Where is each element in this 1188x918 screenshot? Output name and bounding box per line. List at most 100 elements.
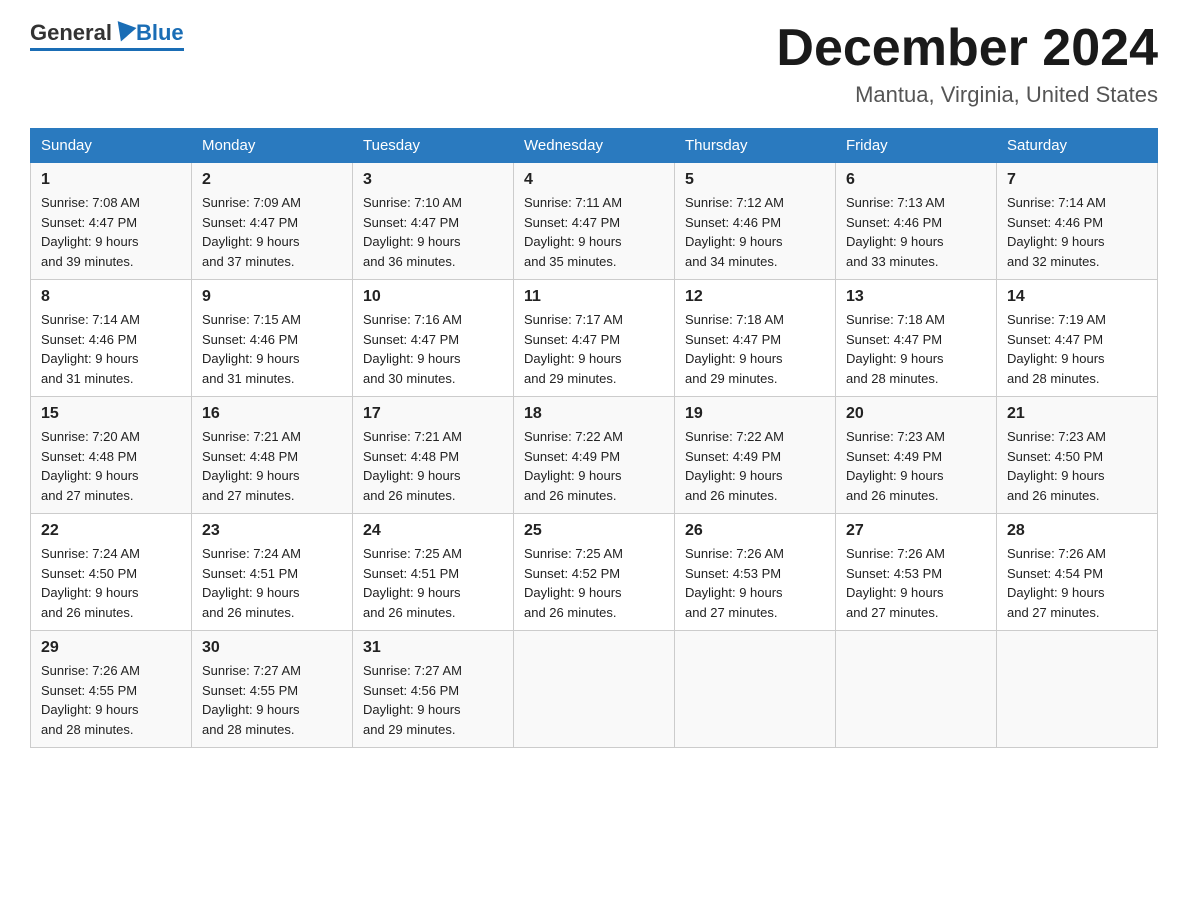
day-number: 21 (1007, 405, 1147, 423)
day-cell: 15 Sunrise: 7:20 AM Sunset: 4:48 PM Dayl… (31, 397, 192, 514)
day-info: Sunrise: 7:18 AM Sunset: 4:47 PM Dayligh… (685, 310, 825, 388)
day-cell: 5 Sunrise: 7:12 AM Sunset: 4:46 PM Dayli… (675, 163, 836, 280)
week-row-2: 8 Sunrise: 7:14 AM Sunset: 4:46 PM Dayli… (31, 280, 1158, 397)
weekday-header-saturday: Saturday (997, 129, 1158, 163)
day-info: Sunrise: 7:10 AM Sunset: 4:47 PM Dayligh… (363, 193, 503, 271)
day-cell (997, 631, 1158, 748)
day-cell: 17 Sunrise: 7:21 AM Sunset: 4:48 PM Dayl… (353, 397, 514, 514)
day-info: Sunrise: 7:16 AM Sunset: 4:47 PM Dayligh… (363, 310, 503, 388)
day-info: Sunrise: 7:22 AM Sunset: 4:49 PM Dayligh… (524, 427, 664, 505)
weekday-header-monday: Monday (192, 129, 353, 163)
day-cell (836, 631, 997, 748)
weekday-header-friday: Friday (836, 129, 997, 163)
week-row-5: 29 Sunrise: 7:26 AM Sunset: 4:55 PM Dayl… (31, 631, 1158, 748)
day-info: Sunrise: 7:26 AM Sunset: 4:53 PM Dayligh… (685, 544, 825, 622)
day-cell: 2 Sunrise: 7:09 AM Sunset: 4:47 PM Dayli… (192, 163, 353, 280)
day-number: 23 (202, 522, 342, 540)
day-cell: 7 Sunrise: 7:14 AM Sunset: 4:46 PM Dayli… (997, 163, 1158, 280)
weekday-header-wednesday: Wednesday (514, 129, 675, 163)
day-info: Sunrise: 7:21 AM Sunset: 4:48 PM Dayligh… (202, 427, 342, 505)
day-number: 12 (685, 288, 825, 306)
day-cell (675, 631, 836, 748)
day-info: Sunrise: 7:18 AM Sunset: 4:47 PM Dayligh… (846, 310, 986, 388)
day-cell: 31 Sunrise: 7:27 AM Sunset: 4:56 PM Dayl… (353, 631, 514, 748)
day-info: Sunrise: 7:23 AM Sunset: 4:50 PM Dayligh… (1007, 427, 1147, 505)
day-cell: 12 Sunrise: 7:18 AM Sunset: 4:47 PM Dayl… (675, 280, 836, 397)
day-info: Sunrise: 7:27 AM Sunset: 4:55 PM Dayligh… (202, 661, 342, 739)
day-number: 15 (41, 405, 181, 423)
title-area: December 2024 Mantua, Virginia, United S… (776, 20, 1158, 108)
day-info: Sunrise: 7:14 AM Sunset: 4:46 PM Dayligh… (41, 310, 181, 388)
day-info: Sunrise: 7:15 AM Sunset: 4:46 PM Dayligh… (202, 310, 342, 388)
logo-general-text: General (30, 20, 112, 46)
logo-triangle-icon (111, 21, 136, 45)
day-number: 13 (846, 288, 986, 306)
day-info: Sunrise: 7:20 AM Sunset: 4:48 PM Dayligh… (41, 427, 181, 505)
day-number: 3 (363, 171, 503, 189)
day-info: Sunrise: 7:24 AM Sunset: 4:50 PM Dayligh… (41, 544, 181, 622)
day-cell: 18 Sunrise: 7:22 AM Sunset: 4:49 PM Dayl… (514, 397, 675, 514)
day-cell: 29 Sunrise: 7:26 AM Sunset: 4:55 PM Dayl… (31, 631, 192, 748)
day-number: 31 (363, 639, 503, 657)
day-number: 16 (202, 405, 342, 423)
day-info: Sunrise: 7:17 AM Sunset: 4:47 PM Dayligh… (524, 310, 664, 388)
page-header: General Blue December 2024 Mantua, Virgi… (30, 20, 1158, 108)
day-cell: 1 Sunrise: 7:08 AM Sunset: 4:47 PM Dayli… (31, 163, 192, 280)
day-info: Sunrise: 7:26 AM Sunset: 4:55 PM Dayligh… (41, 661, 181, 739)
day-info: Sunrise: 7:13 AM Sunset: 4:46 PM Dayligh… (846, 193, 986, 271)
day-number: 10 (363, 288, 503, 306)
weekday-header-thursday: Thursday (675, 129, 836, 163)
day-number: 2 (202, 171, 342, 189)
day-info: Sunrise: 7:14 AM Sunset: 4:46 PM Dayligh… (1007, 193, 1147, 271)
logo-underline (30, 48, 184, 51)
location-title: Mantua, Virginia, United States (776, 82, 1158, 108)
day-cell: 28 Sunrise: 7:26 AM Sunset: 4:54 PM Dayl… (997, 514, 1158, 631)
day-cell: 25 Sunrise: 7:25 AM Sunset: 4:52 PM Dayl… (514, 514, 675, 631)
day-number: 7 (1007, 171, 1147, 189)
day-cell: 26 Sunrise: 7:26 AM Sunset: 4:53 PM Dayl… (675, 514, 836, 631)
day-info: Sunrise: 7:09 AM Sunset: 4:47 PM Dayligh… (202, 193, 342, 271)
day-cell: 23 Sunrise: 7:24 AM Sunset: 4:51 PM Dayl… (192, 514, 353, 631)
day-number: 1 (41, 171, 181, 189)
day-number: 19 (685, 405, 825, 423)
day-number: 14 (1007, 288, 1147, 306)
day-cell: 19 Sunrise: 7:22 AM Sunset: 4:49 PM Dayl… (675, 397, 836, 514)
day-cell: 30 Sunrise: 7:27 AM Sunset: 4:55 PM Dayl… (192, 631, 353, 748)
day-cell: 20 Sunrise: 7:23 AM Sunset: 4:49 PM Dayl… (836, 397, 997, 514)
day-cell: 13 Sunrise: 7:18 AM Sunset: 4:47 PM Dayl… (836, 280, 997, 397)
day-number: 22 (41, 522, 181, 540)
day-number: 5 (685, 171, 825, 189)
day-number: 29 (41, 639, 181, 657)
day-info: Sunrise: 7:12 AM Sunset: 4:46 PM Dayligh… (685, 193, 825, 271)
day-info: Sunrise: 7:11 AM Sunset: 4:47 PM Dayligh… (524, 193, 664, 271)
day-cell: 9 Sunrise: 7:15 AM Sunset: 4:46 PM Dayli… (192, 280, 353, 397)
week-row-3: 15 Sunrise: 7:20 AM Sunset: 4:48 PM Dayl… (31, 397, 1158, 514)
week-row-1: 1 Sunrise: 7:08 AM Sunset: 4:47 PM Dayli… (31, 163, 1158, 280)
day-info: Sunrise: 7:08 AM Sunset: 4:47 PM Dayligh… (41, 193, 181, 271)
day-info: Sunrise: 7:19 AM Sunset: 4:47 PM Dayligh… (1007, 310, 1147, 388)
day-cell (514, 631, 675, 748)
day-cell: 6 Sunrise: 7:13 AM Sunset: 4:46 PM Dayli… (836, 163, 997, 280)
day-cell: 10 Sunrise: 7:16 AM Sunset: 4:47 PM Dayl… (353, 280, 514, 397)
day-number: 17 (363, 405, 503, 423)
weekday-header-tuesday: Tuesday (353, 129, 514, 163)
day-cell: 16 Sunrise: 7:21 AM Sunset: 4:48 PM Dayl… (192, 397, 353, 514)
day-number: 6 (846, 171, 986, 189)
day-number: 30 (202, 639, 342, 657)
day-number: 20 (846, 405, 986, 423)
week-row-4: 22 Sunrise: 7:24 AM Sunset: 4:50 PM Dayl… (31, 514, 1158, 631)
weekday-header-row: SundayMondayTuesdayWednesdayThursdayFrid… (31, 129, 1158, 163)
day-cell: 4 Sunrise: 7:11 AM Sunset: 4:47 PM Dayli… (514, 163, 675, 280)
day-number: 25 (524, 522, 664, 540)
day-info: Sunrise: 7:21 AM Sunset: 4:48 PM Dayligh… (363, 427, 503, 505)
day-cell: 8 Sunrise: 7:14 AM Sunset: 4:46 PM Dayli… (31, 280, 192, 397)
day-info: Sunrise: 7:26 AM Sunset: 4:53 PM Dayligh… (846, 544, 986, 622)
day-cell: 3 Sunrise: 7:10 AM Sunset: 4:47 PM Dayli… (353, 163, 514, 280)
day-number: 27 (846, 522, 986, 540)
day-info: Sunrise: 7:25 AM Sunset: 4:52 PM Dayligh… (524, 544, 664, 622)
day-info: Sunrise: 7:25 AM Sunset: 4:51 PM Dayligh… (363, 544, 503, 622)
day-number: 8 (41, 288, 181, 306)
day-number: 26 (685, 522, 825, 540)
calendar-table: SundayMondayTuesdayWednesdayThursdayFrid… (30, 128, 1158, 748)
day-cell: 22 Sunrise: 7:24 AM Sunset: 4:50 PM Dayl… (31, 514, 192, 631)
